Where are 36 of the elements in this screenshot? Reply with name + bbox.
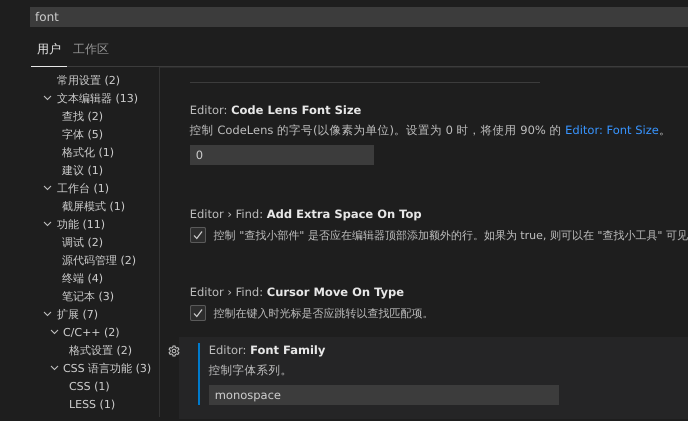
setting-description: 控制字体系列。 [208,363,294,378]
tree-item[interactable]: CSS (1) [69,380,110,392]
setting-title: Editor › Find: Add Extra Space On Top [190,207,423,221]
tree-item[interactable]: 调试 (2) [62,234,104,250]
checkbox[interactable] [190,305,206,321]
tree-item[interactable]: C/C++ (2) [63,326,120,338]
checkbox[interactable] [190,227,206,243]
tree-item[interactable]: 扩展 (7) [57,306,98,322]
gear-icon[interactable] [168,345,180,357]
settings-tab[interactable]: 工作区 [67,38,115,66]
setting-description: 控制 "查找小部件" 是否应在编辑器顶部添加额外的行。如果为 true, 则可以在 "查找小工具" 可见 [214,228,688,242]
tree-item[interactable]: 查找 (2) [62,108,104,124]
tree-item[interactable]: 源代码管理 (2) [62,252,136,268]
input-field[interactable]: monospace [208,385,559,405]
search-field[interactable]: font [30,7,688,27]
tree-item[interactable]: 格式设置 (2) [69,342,132,358]
setting-title: Editor › Find: Cursor Move On Type [190,285,406,299]
settings-tab[interactable]: 用户 [31,38,67,67]
tree-item[interactable]: 终端 (4) [62,270,104,286]
tree-item[interactable]: 截屏模式 (1) [62,198,126,214]
setting-title: Editor: Code Lens Font Size [190,103,362,117]
setting-title: Editor: Font Family [208,343,326,357]
setting-description: 控制 CodeLens 的字号(以像素为单位)。设置为 0 时，将使用 90% 的 Editor: Font Size。 [190,123,672,138]
tree-item[interactable]: 格式化 (1) [62,144,114,160]
tree-item[interactable]: 功能 (11) [57,216,106,232]
tree-item[interactable]: CSS 语言功能 (3) [63,360,152,376]
tree-item[interactable]: 常用设置 (2) [57,72,120,88]
tree-item[interactable]: 建议 (1) [62,162,104,178]
tree-item[interactable]: 笔记本 (3) [62,288,114,304]
setting-link[interactable]: Editor: Font Size [565,123,659,137]
setting-description: 控制在键入时光标是否应跳转以查找匹配项。 [214,306,434,320]
tree-item[interactable]: LESS (1) [69,398,116,410]
tree-item[interactable]: 文本编辑器 (13) [57,90,138,106]
input-field[interactable]: 0 [190,145,374,165]
tree-item[interactable]: 工作台 (1) [57,180,110,196]
tree-item[interactable]: 字体 (5) [62,126,104,142]
